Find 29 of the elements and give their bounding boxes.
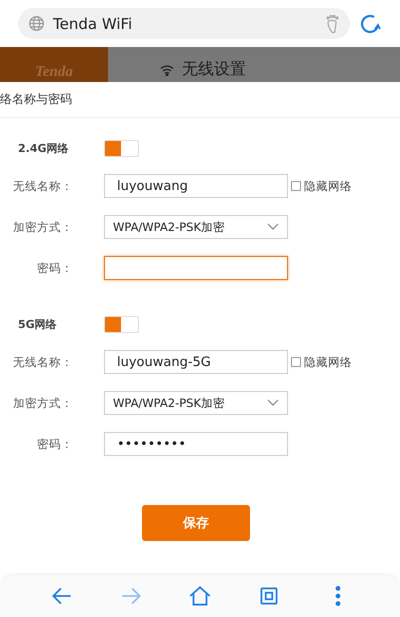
address-text: Tenda WiFi [53,14,134,32]
toggle-switch[interactable] [104,140,139,157]
field-label: 无线名称： [12,354,73,370]
address-bar[interactable]: Tenda WiFi [18,8,350,39]
input-field[interactable]: luyouwang [104,174,288,198]
wifi-icon [160,64,174,76]
chevron-down-icon [267,223,279,231]
toggle-switch[interactable] [104,316,139,333]
input-field[interactable]: ••••••••• [104,432,288,456]
field-label: 密码： [36,260,73,276]
chevron-down-icon [267,399,279,407]
select-field[interactable]: WPA/WPA2-PSK加密 [104,391,288,415]
input-field[interactable] [104,256,288,280]
page-title: 无线设置 [182,59,246,80]
footprint-icon[interactable] [324,14,340,34]
globe-icon [28,15,45,32]
field-label: 密码： [36,436,73,452]
checkbox[interactable] [291,181,301,191]
field-label: 加密方式： [12,220,73,234]
select-field[interactable]: WPA/WPA2-PSK加密 [104,215,288,239]
field-label: 无线名称： [12,178,73,194]
checkbox-label: 隐藏网络 [304,178,352,194]
section-label: 5G网络 [17,317,58,332]
dialog-title: 络名称与密码 [0,82,400,118]
checkbox[interactable] [291,357,301,367]
input-field[interactable]: luyouwang-5G [104,350,288,374]
section-label: 2.4G网络 [17,141,70,156]
checkbox-label: 隐藏网络 [304,354,352,370]
field-label: 加密方式： [12,396,73,410]
